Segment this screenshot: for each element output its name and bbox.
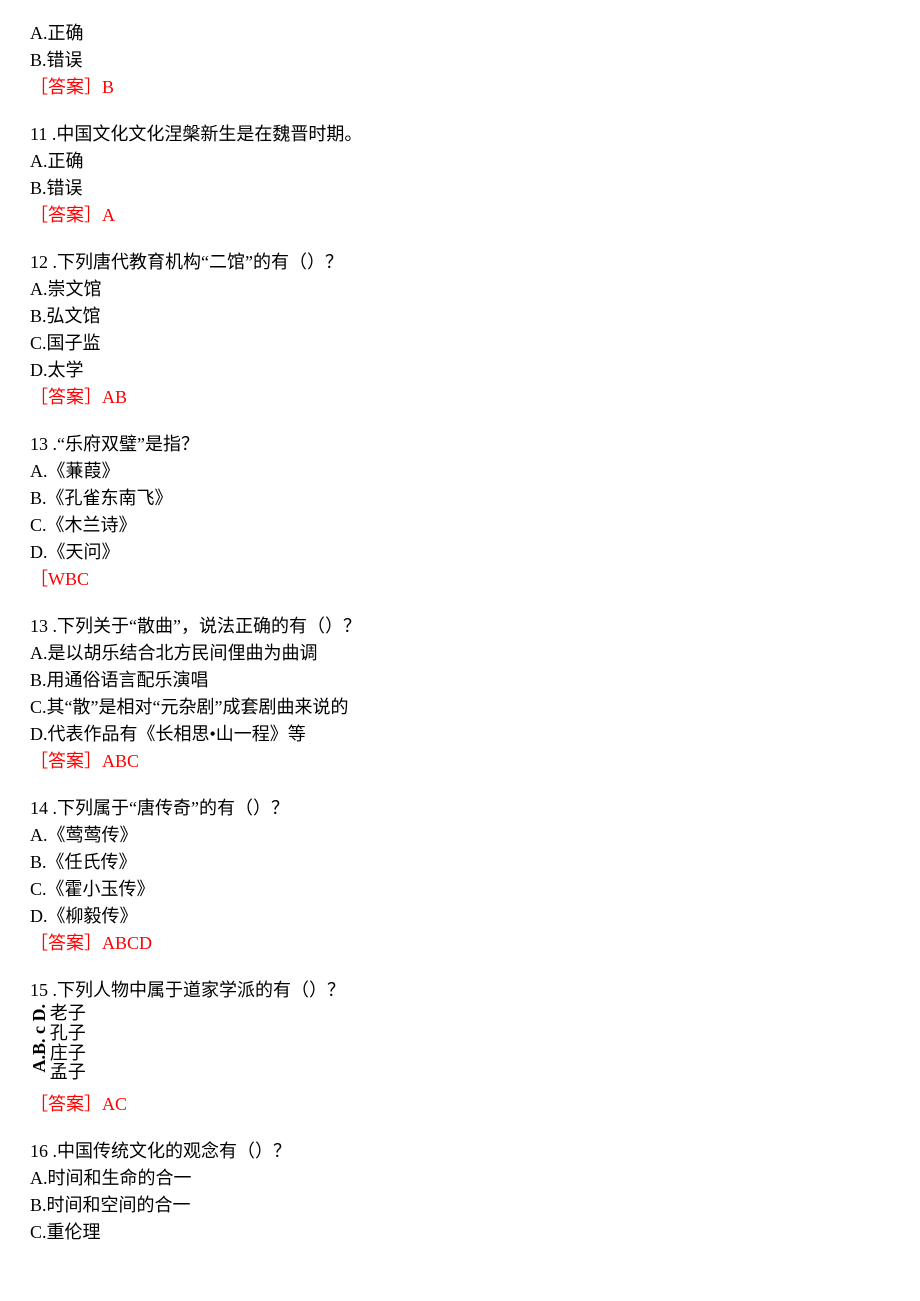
option-a: 老子 xyxy=(50,1004,86,1024)
option-c: C.国子监 xyxy=(30,330,890,357)
question-14: 14 .下列属于“唐传奇”的有（）？ A.《莺莺传》 B.《任氏传》 C.《霍小… xyxy=(30,795,890,957)
option-b: 孔子 xyxy=(50,1024,86,1044)
option-texts: 老子 孔子 庄子 孟子 xyxy=(50,1004,86,1083)
answer-text: ［答案］A xyxy=(30,202,890,229)
answer-text: ［WBC xyxy=(30,566,890,593)
question-13a: 13 .“乐府双璧”是指？ A.《蒹葭》 B.《孔雀东南飞》 C.《木兰诗》 D… xyxy=(30,431,890,593)
option-b: B.错误 xyxy=(30,175,890,202)
answer-text: ［答案］ABCD xyxy=(30,930,890,957)
answer-text: ［答案］AC xyxy=(30,1091,890,1118)
option-d: D.太学 xyxy=(30,357,890,384)
question-stem: 13 .“乐府双璧”是指？ xyxy=(30,431,890,458)
question-11: 11 .中国文化文化涅槃新生是在魏晋时期。 A.正确 B.错误 ［答案］A xyxy=(30,121,890,229)
option-d: D.代表作品有《长相思•山一程》等 xyxy=(30,721,890,748)
option-d: D.《柳毅传》 xyxy=(30,903,890,930)
answer-text: ［答案］AB xyxy=(30,384,890,411)
option-d: D.《天问》 xyxy=(30,539,890,566)
question-12: 12 .下列唐代教育机构“二馆”的有（）？ A.崇文馆 B.弘文馆 C.国子监 … xyxy=(30,249,890,411)
option-a: A.时间和生命的合一 xyxy=(30,1165,890,1192)
option-group: A.B. c D. 老子 孔子 庄子 孟子 xyxy=(30,1004,890,1083)
option-d: 孟子 xyxy=(50,1063,86,1083)
answer-text: ［答案］B xyxy=(30,74,890,101)
option-a: A.正确 xyxy=(30,148,890,175)
option-a: A.《莺莺传》 xyxy=(30,822,890,849)
question-stem: 13 .下列关于“散曲”，说法正确的有（）？ xyxy=(30,613,890,640)
option-a: A.《蒹葭》 xyxy=(30,458,890,485)
question-stem: 16 .中国传统文化的观念有（）？ xyxy=(30,1138,890,1165)
question-15: 15 .下列人物中属于道家学派的有（）？ A.B. c D. 老子 孔子 庄子 … xyxy=(30,977,890,1118)
option-c: C.重伦理 xyxy=(30,1219,890,1246)
option-c: C.《霍小玉传》 xyxy=(30,876,890,903)
option-b: B.弘文馆 xyxy=(30,303,890,330)
option-c: C.其“散”是相对“元杂剧”成套剧曲来说的 xyxy=(30,694,890,721)
option-b: B.《孔雀东南飞》 xyxy=(30,485,890,512)
question-stem: 11 .中国文化文化涅槃新生是在魏晋时期。 xyxy=(30,121,890,148)
question-stem: 14 .下列属于“唐传奇”的有（）？ xyxy=(30,795,890,822)
option-a: A.是以胡乐结合北方民间俚曲为曲调 xyxy=(30,640,890,667)
option-c: C.《木兰诗》 xyxy=(30,512,890,539)
option-labels-vertical: A.B. c D. xyxy=(30,1004,50,1073)
question-10: A.正确 B.错误 ［答案］B xyxy=(30,20,890,101)
option-c: 庄子 xyxy=(50,1044,86,1064)
option-b: B.《任氏传》 xyxy=(30,849,890,876)
option-b: B.时间和空间的合一 xyxy=(30,1192,890,1219)
option-a: A.正确 xyxy=(30,20,890,47)
question-16: 16 .中国传统文化的观念有（）？ A.时间和生命的合一 B.时间和空间的合一 … xyxy=(30,1138,890,1246)
option-b: B.错误 xyxy=(30,47,890,74)
question-stem: 15 .下列人物中属于道家学派的有（）？ xyxy=(30,977,890,1004)
question-13b: 13 .下列关于“散曲”，说法正确的有（）？ A.是以胡乐结合北方民间俚曲为曲调… xyxy=(30,613,890,775)
question-stem: 12 .下列唐代教育机构“二馆”的有（）？ xyxy=(30,249,890,276)
option-b: B.用通俗语言配乐演唱 xyxy=(30,667,890,694)
answer-text: ［答案］ABC xyxy=(30,748,890,775)
option-a: A.崇文馆 xyxy=(30,276,890,303)
